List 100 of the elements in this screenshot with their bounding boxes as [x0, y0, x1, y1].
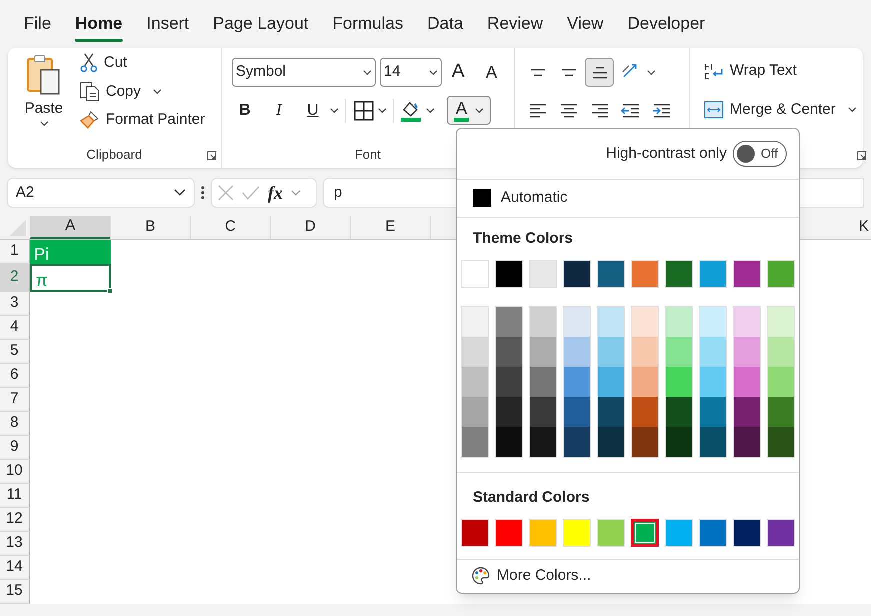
row-header[interactable]: 2 — [0, 264, 30, 292]
color-swatch[interactable] — [462, 367, 488, 398]
color-swatch[interactable] — [496, 367, 522, 398]
color-swatch[interactable] — [462, 427, 488, 458]
paste-button[interactable]: Paste — [8, 48, 72, 142]
color-swatch[interactable] — [734, 367, 760, 398]
menu-tab[interactable]: Formulas — [320, 0, 416, 44]
insert-function-button[interactable]: fx — [268, 180, 283, 206]
color-swatch[interactable] — [768, 397, 794, 428]
column-header[interactable]: E — [350, 216, 430, 239]
shrink-font-button[interactable]: A — [486, 60, 512, 86]
color-swatch[interactable] — [700, 337, 726, 368]
color-swatch[interactable] — [598, 427, 624, 458]
color-swatch[interactable] — [734, 337, 760, 368]
row-header[interactable]: 4 — [0, 316, 30, 340]
color-swatch[interactable] — [700, 427, 726, 458]
row-header[interactable]: 9 — [0, 436, 30, 460]
color-swatch[interactable] — [564, 367, 590, 398]
color-swatch[interactable] — [598, 337, 624, 368]
color-swatch[interactable] — [632, 427, 658, 458]
column-header[interactable]: C — [190, 216, 270, 239]
menu-tab[interactable]: Home — [63, 0, 135, 44]
row-header[interactable]: 7 — [0, 388, 30, 412]
more-options-icon[interactable] — [201, 185, 205, 201]
color-swatch[interactable] — [666, 337, 692, 368]
color-swatch[interactable] — [768, 367, 794, 398]
column-header[interactable]: K — [859, 216, 871, 239]
color-swatch[interactable] — [598, 307, 624, 338]
copy-button[interactable]: Copy — [80, 80, 142, 103]
name-box[interactable]: A2 — [7, 178, 195, 208]
cancel-icon[interactable] — [218, 185, 234, 201]
caret-icon[interactable] — [378, 108, 387, 114]
color-swatch[interactable] — [700, 307, 726, 338]
color-swatch[interactable] — [734, 427, 760, 458]
dialog-launcher-icon[interactable] — [857, 151, 867, 161]
row-header[interactable]: 8 — [0, 412, 30, 436]
underline-button[interactable]: U — [300, 98, 326, 122]
color-swatch[interactable] — [496, 337, 522, 368]
menu-tab[interactable]: File — [12, 0, 64, 44]
color-swatch[interactable] — [530, 427, 556, 458]
color-swatch[interactable] — [700, 397, 726, 428]
fill-handle[interactable] — [107, 288, 113, 294]
row-header[interactable]: 10 — [0, 460, 30, 484]
color-swatch[interactable] — [700, 367, 726, 398]
color-swatch[interactable] — [462, 337, 488, 368]
color-swatch[interactable] — [462, 397, 488, 428]
color-swatch[interactable] — [564, 397, 590, 428]
color-swatch[interactable] — [496, 397, 522, 428]
color-swatch[interactable] — [666, 367, 692, 398]
row-header[interactable]: 12 — [0, 508, 30, 532]
menu-tab[interactable]: View — [555, 0, 616, 44]
font-name-field[interactable]: Symbol — [232, 58, 376, 87]
fill-color-icon[interactable] — [400, 100, 422, 122]
bold-button[interactable]: B — [232, 98, 258, 122]
menu-tab[interactable]: Data — [416, 0, 476, 44]
checkmark-icon[interactable] — [242, 186, 260, 200]
color-swatch[interactable] — [768, 337, 794, 368]
color-swatch[interactable] — [462, 307, 488, 338]
more-colors-option[interactable]: More Colors... — [457, 560, 799, 593]
row-header[interactable]: 13 — [0, 532, 30, 556]
bottom-align-button[interactable] — [585, 58, 614, 87]
borders-icon[interactable] — [354, 100, 374, 120]
menu-tab[interactable]: Insert — [134, 0, 202, 44]
color-swatch[interactable] — [598, 367, 624, 398]
color-swatch[interactable] — [530, 337, 556, 368]
font-size-field[interactable]: 14 — [380, 58, 442, 87]
row-header[interactable]: 11 — [0, 484, 30, 508]
toggle-switch[interactable]: Off — [733, 141, 787, 168]
color-swatch[interactable] — [564, 337, 590, 368]
color-swatch[interactable] — [564, 307, 590, 338]
menu-tab[interactable]: Page Layout — [201, 0, 321, 44]
color-swatch[interactable] — [632, 397, 658, 428]
column-header[interactable]: B — [110, 216, 190, 239]
grow-font-button[interactable]: A — [452, 58, 478, 87]
color-swatch[interactable] — [530, 397, 556, 428]
merge-center-button[interactable]: Merge & Center — [704, 98, 836, 121]
color-swatch[interactable] — [530, 367, 556, 398]
caret-icon[interactable] — [647, 70, 656, 76]
row-header[interactable]: 6 — [0, 364, 30, 388]
color-swatch[interactable] — [666, 397, 692, 428]
color-swatch[interactable] — [496, 427, 522, 458]
automatic-color-option[interactable]: Automatic — [457, 180, 799, 218]
caret-icon[interactable] — [330, 108, 339, 114]
column-header[interactable]: D — [270, 216, 350, 239]
color-swatch[interactable] — [768, 427, 794, 458]
column-header[interactable]: A — [30, 216, 110, 239]
color-swatch[interactable] — [666, 307, 692, 338]
caret-icon[interactable] — [848, 106, 857, 113]
color-swatch[interactable] — [734, 307, 760, 338]
caret-icon[interactable] — [426, 108, 435, 114]
wrap-text-button[interactable]: Wrap Text — [704, 60, 863, 82]
color-swatch[interactable] — [598, 397, 624, 428]
color-swatch[interactable] — [768, 307, 794, 338]
menu-tab[interactable]: Developer — [616, 0, 718, 44]
row-header[interactable]: 15 — [0, 580, 30, 604]
color-swatch[interactable] — [631, 518, 659, 547]
color-swatch[interactable] — [632, 307, 658, 338]
row-header[interactable]: 1 — [0, 240, 30, 264]
format-painter-button[interactable]: Format Painter — [80, 109, 206, 132]
caret-icon[interactable] — [153, 88, 162, 95]
